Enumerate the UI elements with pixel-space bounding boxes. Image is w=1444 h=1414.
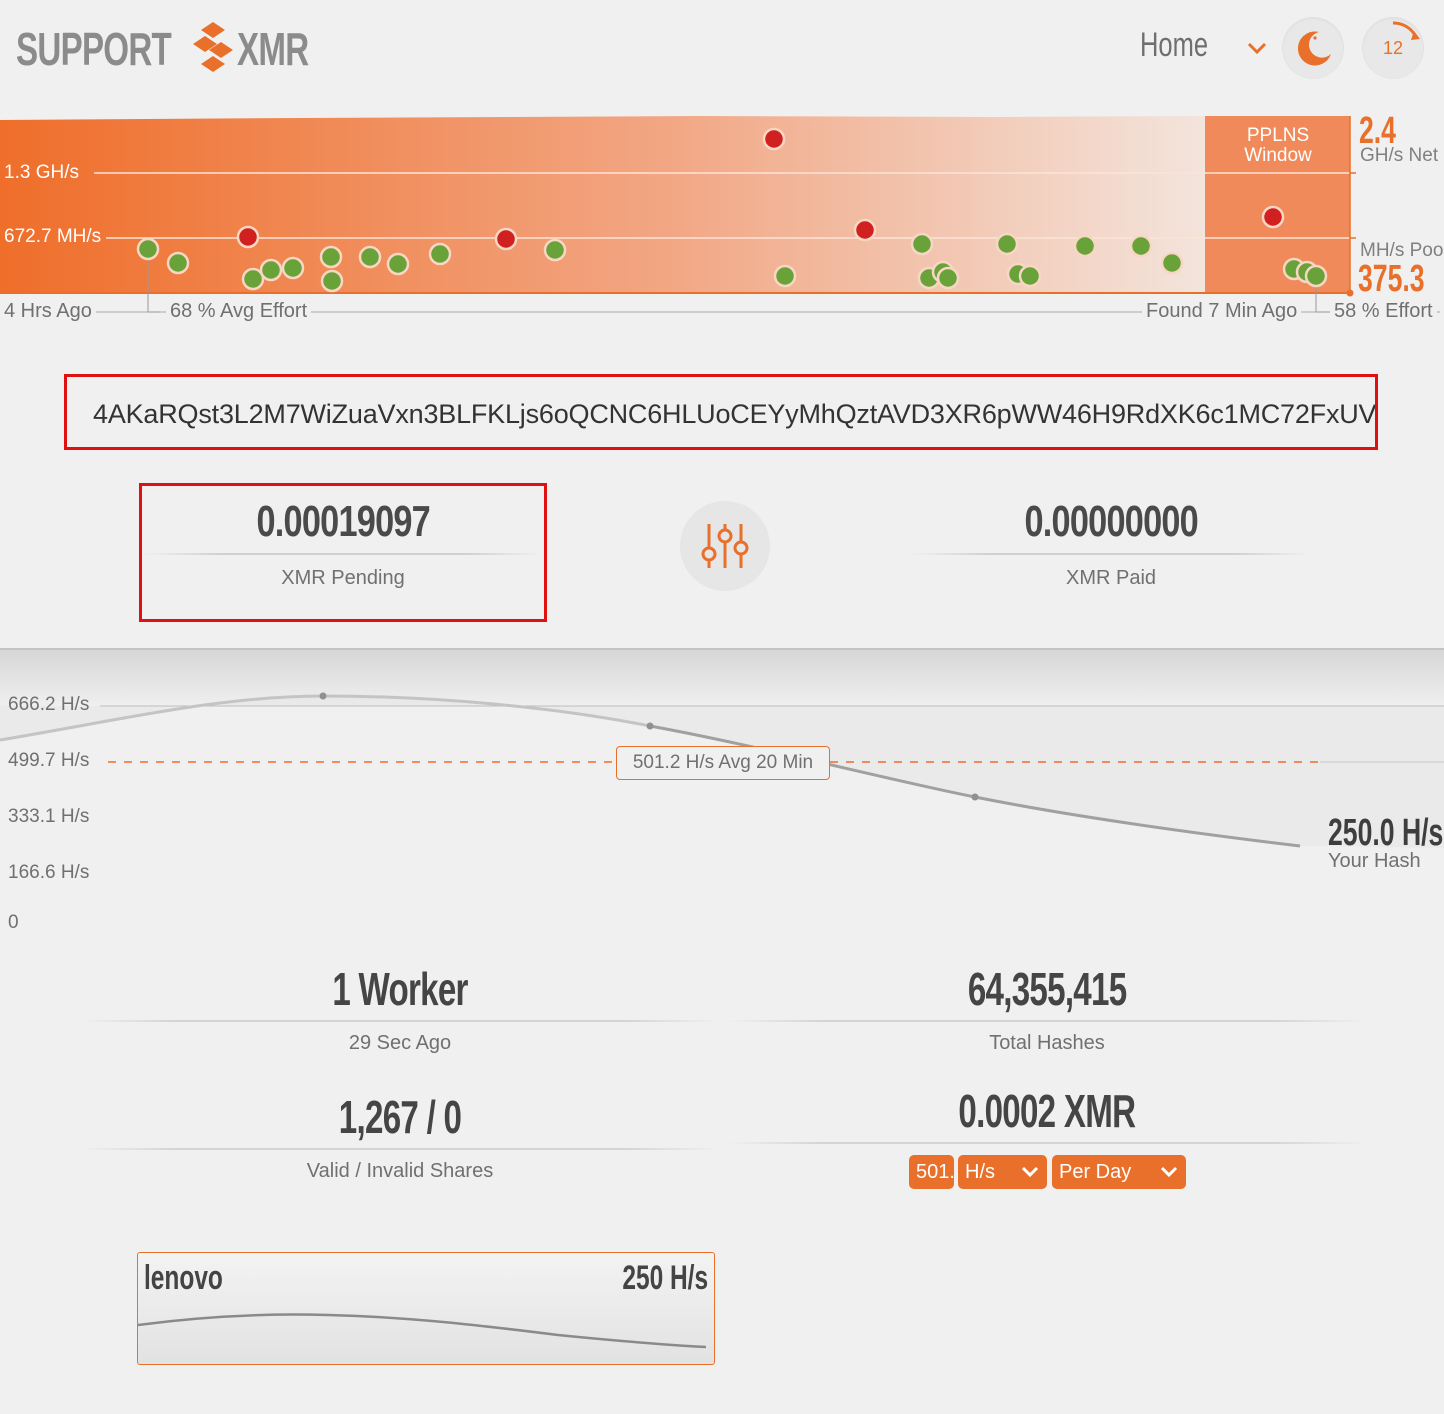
hashrate-chart: 666.2 H/s 499.7 H/s 333.1 H/s 166.6 H/s … xyxy=(0,648,1444,948)
wallet-address-field[interactable]: 4AKaRQst3L2M7WiZuaVxn3BLFKLjs6oQCNC6HLUo… xyxy=(64,374,1378,450)
progress-ring-icon xyxy=(1392,21,1420,40)
orphan-block-marker[interactable] xyxy=(236,225,260,249)
block-marker[interactable] xyxy=(281,256,305,280)
logo-text-xmr: XMR xyxy=(237,23,309,75)
earnings-value: 0.0002 XMR xyxy=(958,1085,1137,1137)
workers-last-seen: 29 Sec Ago xyxy=(348,1032,452,1054)
pending-highlight-box xyxy=(139,483,547,622)
block-marker[interactable] xyxy=(936,266,960,290)
total-hashes-label: Total Hashes xyxy=(989,1032,1105,1054)
earnings-stat: 0.0002 XMR xyxy=(727,1084,1367,1144)
block-marker[interactable] xyxy=(1129,234,1153,258)
chevron-down-icon xyxy=(1021,1166,1039,1178)
y-tick-label: 333.1 H/s xyxy=(8,806,90,827)
block-marker[interactable] xyxy=(259,258,283,282)
block-marker[interactable] xyxy=(1304,264,1328,288)
net-hashrate-unit: GH/s Net xyxy=(1360,145,1439,166)
worker-card[interactable]: lenovo 250 H/s xyxy=(137,1252,715,1365)
current-effort-label: 58 % Effort xyxy=(1330,300,1437,323)
block-marker[interactable] xyxy=(773,264,797,288)
logo[interactable]: SUPPORT XMR xyxy=(16,22,337,76)
paid-balance-value: 0.00000000 xyxy=(1024,497,1198,546)
last-found-label: Found 7 Min Ago xyxy=(1142,300,1302,323)
chart-start-time: 4 Hrs Ago xyxy=(0,300,96,323)
calc-hashrate-input[interactable]: 501. xyxy=(909,1155,954,1189)
block-marker[interactable] xyxy=(136,237,160,261)
logo-mark-icon xyxy=(193,22,234,72)
paid-balance-label: XMR Paid xyxy=(1065,567,1157,589)
workers-stat: 1 Worker 29 Sec Ago xyxy=(80,962,720,1055)
block-marker[interactable] xyxy=(320,269,344,293)
y-tick-label: 0 xyxy=(8,912,19,933)
pplns-label-line1: PPLNS xyxy=(1246,125,1310,146)
pool-hashrate-gridlabel: 672.7 MH/s xyxy=(4,226,102,247)
worker-name: lenovo xyxy=(144,1259,223,1297)
block-marker[interactable] xyxy=(428,242,452,266)
avg-hashrate-label: 501.2 H/s Avg 20 Min xyxy=(616,746,830,780)
total-hashes-stat: 64,355,415 Total Hashes xyxy=(727,962,1367,1055)
calc-hashrate-value: 501. xyxy=(916,1161,954,1183)
calc-unit-select[interactable]: H/s xyxy=(958,1155,1047,1189)
block-marker[interactable] xyxy=(1160,251,1184,275)
y-tick-label: 666.2 H/s xyxy=(8,694,90,715)
orphan-block-marker[interactable] xyxy=(762,127,786,151)
orphan-block-marker[interactable] xyxy=(853,218,877,242)
worker-hashrate: 250 H/s xyxy=(622,1259,708,1297)
sliders-icon xyxy=(701,524,749,568)
block-marker[interactable] xyxy=(319,245,343,269)
theme-toggle-button[interactable] xyxy=(1282,17,1344,79)
wallet-address: 4AKaRQst3L2M7WiZuaVxn3BLFKLjs6oQCNC6HLUo… xyxy=(93,399,1378,429)
net-hashrate-gridlabel: 1.3 GH/s xyxy=(4,162,79,183)
calc-period-value: Per Day xyxy=(1059,1161,1132,1183)
block-marker[interactable] xyxy=(1018,264,1042,288)
paid-balance: 0.00000000 XMR Paid xyxy=(910,497,1312,590)
hashrate-chart-svg xyxy=(0,648,1444,848)
blocks-chart: 1.3 GH/s 672.7 MH/s PPLNS Window 2.4 GH/… xyxy=(0,110,1444,342)
pplns-window-label: PPLNS Window xyxy=(1242,126,1314,166)
orphan-block-marker[interactable] xyxy=(494,227,518,251)
avg-effort-label: 68 % Avg Effort xyxy=(166,300,312,323)
block-marker[interactable] xyxy=(995,232,1019,256)
block-marker[interactable] xyxy=(166,251,190,275)
block-counter-button[interactable]: 12 xyxy=(1362,17,1424,79)
shares-value: 1,267 / 0 xyxy=(338,1091,462,1143)
y-tick-label: 166.6 H/s xyxy=(8,862,90,883)
nav-home[interactable]: Home xyxy=(1140,26,1208,65)
calc-unit-value: H/s xyxy=(965,1161,995,1183)
orphan-block-marker[interactable] xyxy=(1261,205,1285,229)
moon-stars-icon xyxy=(1297,31,1331,66)
total-hashes-value: 64,355,415 xyxy=(967,963,1127,1015)
logo-text-support: SUPPORT xyxy=(16,23,172,75)
chevron-down-icon[interactable] xyxy=(1246,40,1268,56)
your-hashrate-value: 250.0 H/s xyxy=(1328,812,1444,854)
block-marker[interactable] xyxy=(543,238,567,262)
y-tick-label: 499.7 H/s xyxy=(8,750,90,771)
workers-count: 1 Worker xyxy=(332,963,468,1015)
shares-label: Valid / Invalid Shares xyxy=(306,1160,494,1182)
block-marker[interactable] xyxy=(386,252,410,276)
pplns-label-line2: Window xyxy=(1244,145,1312,166)
block-marker[interactable] xyxy=(358,245,382,269)
your-hashrate-label: Your Hash xyxy=(1328,850,1421,872)
block-marker[interactable] xyxy=(910,232,934,256)
pool-hashrate-value: 375.3 xyxy=(1358,258,1425,300)
calc-period-select[interactable]: Per Day xyxy=(1052,1155,1186,1189)
shares-stat: 1,267 / 0 Valid / Invalid Shares xyxy=(80,1090,720,1183)
block-marker[interactable] xyxy=(1073,234,1097,258)
chevron-down-icon xyxy=(1160,1166,1178,1178)
settings-button[interactable] xyxy=(680,501,770,591)
